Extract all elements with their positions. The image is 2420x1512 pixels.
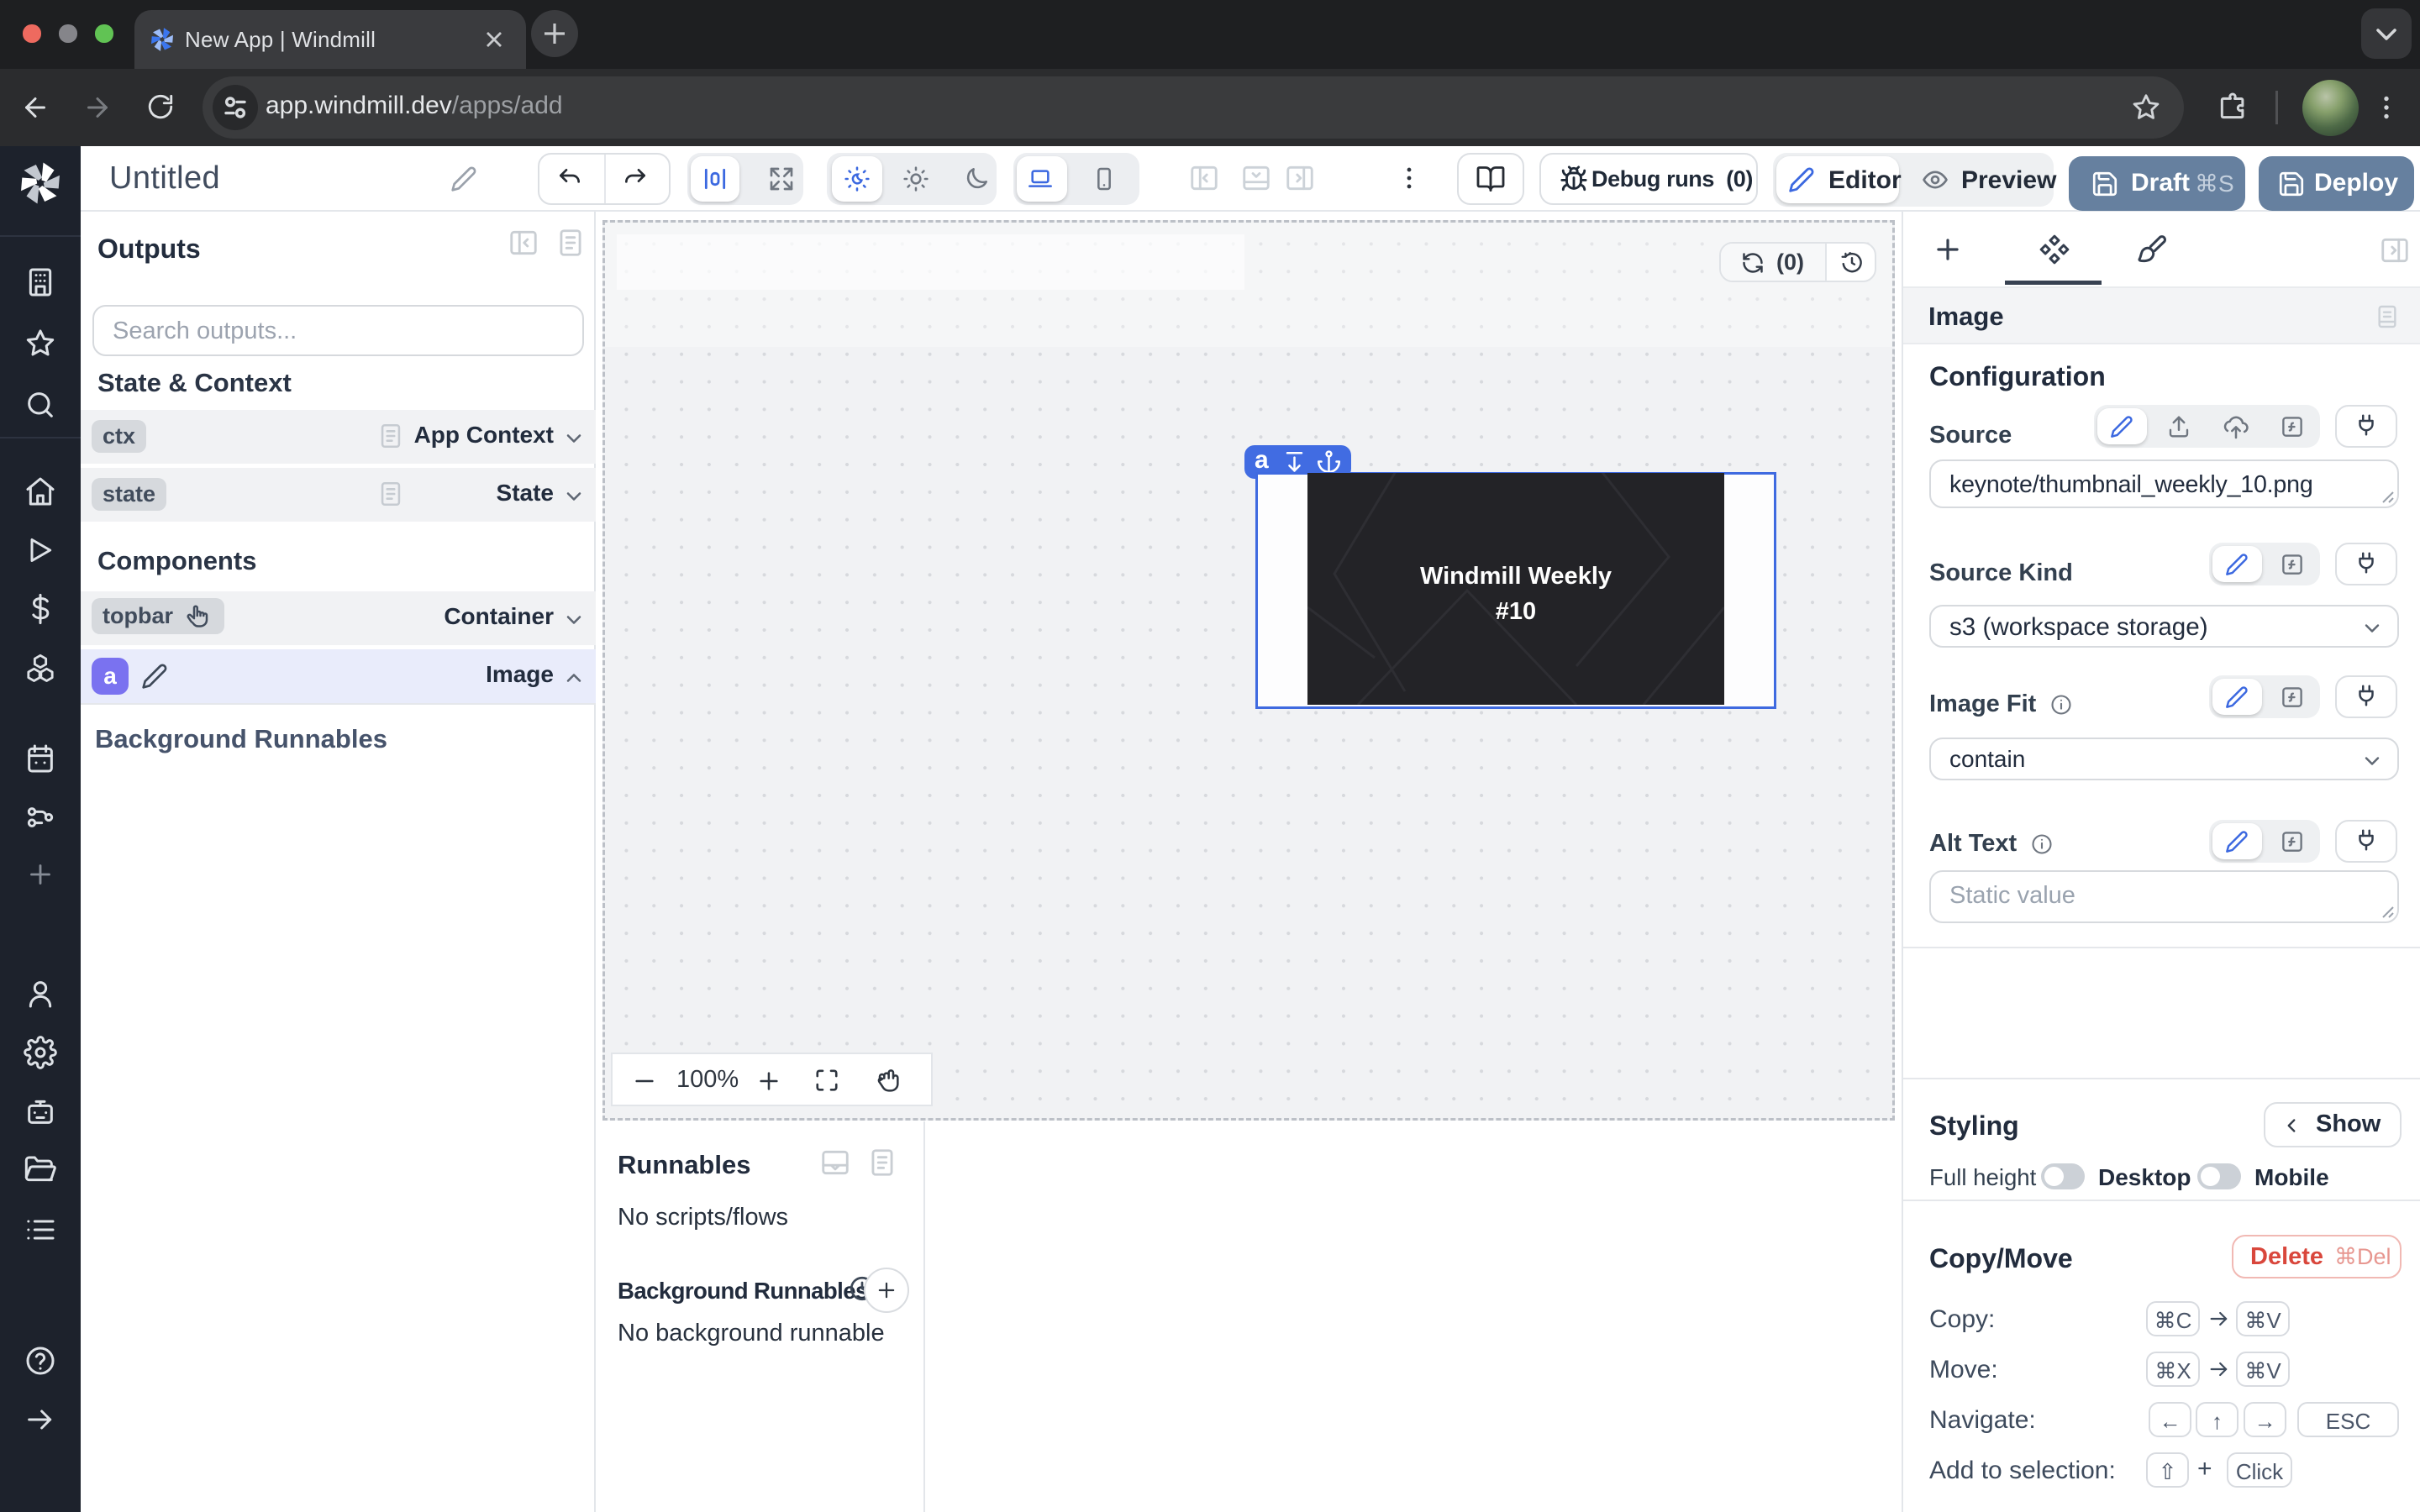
- svg-text:Windmill Weekly: Windmill Weekly: [1420, 563, 1612, 590]
- svg-text:#10: #10: [1496, 598, 1536, 625]
